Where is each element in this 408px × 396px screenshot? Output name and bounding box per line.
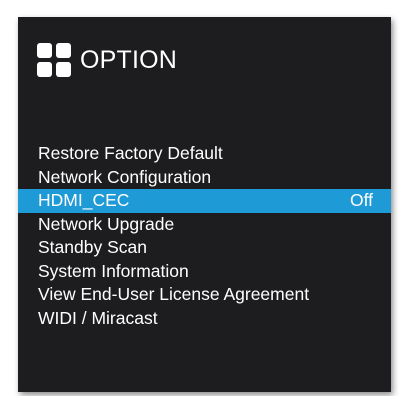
menu-item-system-information[interactable]: System Information [18, 260, 391, 284]
grid-icon-square [37, 43, 52, 58]
menu-item-label: Standby Scan [38, 237, 147, 258]
menu-item-label: Network Upgrade [38, 213, 175, 234]
option-menu-panel: OPTION Restore Factory Default Network C… [18, 17, 391, 392]
menu-item-hdmi-cec[interactable]: HDMI_CEC Off [18, 189, 391, 213]
menu-item-view-eula[interactable]: View End-User License Agreement [18, 283, 391, 307]
menu-item-label: HDMI_CEC [38, 190, 130, 211]
option-list: Restore Factory Default Network Configur… [18, 142, 391, 330]
menu-item-label: View End-User License Agreement [38, 284, 310, 305]
menu-item-network-configuration[interactable]: Network Configuration [18, 166, 391, 190]
grid-icon [37, 43, 71, 77]
grid-icon-square [56, 43, 71, 58]
grid-icon-square [56, 62, 71, 77]
menu-title: OPTION [80, 45, 178, 74]
menu-item-label: Restore Factory Default [38, 143, 223, 164]
menu-item-value: Off [349, 190, 373, 211]
menu-item-widi-miracast[interactable]: WIDI / Miracast [18, 307, 391, 331]
menu-item-restore-factory-default[interactable]: Restore Factory Default [18, 142, 391, 166]
menu-item-label: Network Configuration [38, 166, 212, 187]
menu-item-network-upgrade[interactable]: Network Upgrade [18, 213, 391, 237]
menu-item-label: WIDI / Miracast [38, 307, 158, 328]
menu-item-standby-scan[interactable]: Standby Scan [18, 236, 391, 260]
grid-icon-square [37, 62, 52, 77]
menu-item-label: System Information [38, 260, 189, 281]
menu-header: OPTION [37, 40, 177, 80]
